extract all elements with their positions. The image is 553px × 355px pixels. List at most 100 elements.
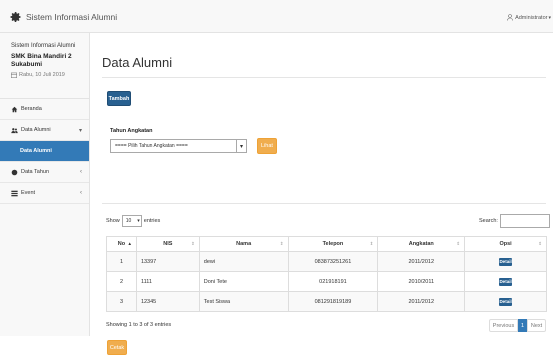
entries-label: entries (143, 218, 161, 224)
cell-telepon: 081291819189 (287, 291, 379, 312)
show-label: Show (106, 218, 120, 224)
cell-nama: dewi (198, 251, 289, 272)
table-row: 1 13397 dewi 083873251261 2011/2012 Deta… (106, 251, 547, 272)
sort-icon: ⇕ (456, 241, 461, 246)
sort-icon: ⇕ (369, 241, 374, 246)
cell-angkatan: 2011/2012 (377, 251, 466, 272)
column-header-angkatan[interactable]: Angkatan ⇕ (377, 236, 466, 252)
add-button[interactable]: Tambah (107, 91, 131, 106)
caret-down-icon: ▾ (548, 14, 551, 21)
main-content: Data Alumni Tambah Tahun Angkatan ==== P… (91, 33, 553, 355)
table-row: 3 12345 Test Siswa 081291819189 2011/201… (106, 291, 547, 312)
sidebar-subitem-data-alumni[interactable]: Data Alumni (0, 141, 89, 162)
sidebar: Sistem Informasi Alumni SMK Bina Mandiri… (0, 33, 90, 336)
pagination: Previous 1 Next (489, 319, 546, 332)
cell-no: 3 (106, 291, 137, 312)
title-divider (102, 77, 546, 78)
cell-angkatan: 2010/2011 (377, 271, 466, 292)
tahun-angkatan-select[interactable]: ==== Pilih Tahun Angkatan ==== ▾ (110, 139, 247, 153)
cell-no: 2 (106, 271, 137, 292)
sidebar-item-label: Data Tahun (21, 169, 50, 175)
user-menu[interactable]: Administrator ▾ (507, 14, 551, 21)
table-header-row: No ▲ NIS ⇕ Nama ⇕ Telepon ⇕ Angkatan ⇕ Opsi ⇕ (106, 236, 547, 252)
cell-telepon: 021918191 (287, 271, 379, 292)
sidebar-item-beranda[interactable]: Beranda (0, 99, 89, 120)
sidebar-date: Rabu, 10 Juli 2019 (11, 72, 89, 78)
sort-icon: ⇕ (538, 241, 542, 246)
cell-opsi: Detail (464, 251, 547, 272)
sidebar-date-text: Rabu, 10 Juli 2019 (19, 72, 65, 78)
pagination-previous[interactable]: Previous (489, 319, 518, 332)
detail-button[interactable]: Detail (499, 257, 513, 266)
column-header-label: No (117, 241, 126, 247)
column-header-opsi[interactable]: Opsi ⇕ (464, 236, 547, 252)
sidebar-item-label: Data Alumni (21, 127, 51, 133)
column-header-label: Nama (236, 241, 252, 247)
column-header-label: Opsi (499, 241, 512, 247)
view-button[interactable]: Lihat (257, 138, 277, 154)
sidebar-school-name: SMK Bina Mandiri 2 Sukabumi (11, 53, 72, 68)
column-header-label: Angkatan (408, 241, 434, 247)
cell-opsi: Detail (464, 271, 547, 292)
users-icon (11, 127, 18, 134)
filter-label: Tahun Angkatan (110, 128, 153, 134)
entries-length-control: Show 10 ▾ entries (106, 215, 160, 227)
select-value: ==== Pilih Tahun Angkatan ==== (115, 143, 188, 149)
home-icon (11, 106, 18, 113)
list-icon (11, 190, 18, 197)
chevron-down-icon: ▾ (78, 128, 82, 134)
user-icon (507, 14, 513, 21)
pagination-page-1[interactable]: 1 (518, 319, 527, 332)
cell-angkatan: 2011/2012 (377, 291, 466, 312)
column-header-nis[interactable]: NIS ⇕ (135, 236, 200, 252)
column-header-nama[interactable]: Nama ⇕ (198, 236, 289, 252)
calendar-icon (11, 72, 17, 78)
gear-icon (10, 12, 21, 22)
cell-nama: Test Siswa (198, 291, 289, 312)
alumni-table: No ▲ NIS ⇕ Nama ⇕ Telepon ⇕ Angkatan ⇕ Opsi ⇕ … (106, 236, 547, 312)
cell-telepon: 083873251261 (287, 251, 379, 272)
column-header-no[interactable]: No ▲ (106, 236, 137, 252)
brand-title: Sistem Informasi Alumni (26, 12, 118, 22)
user-name: Administrator (515, 14, 548, 21)
sort-asc-icon: ▲ (127, 241, 132, 246)
top-navbar: Sistem Informasi Alumni Administrator ▾ (0, 0, 553, 33)
search-label: Search: (479, 218, 498, 224)
pagination-next[interactable]: Next (527, 319, 546, 332)
sidebar-item-data-alumni[interactable]: Data Alumni ▾ (0, 120, 89, 141)
detail-button[interactable]: Detail (499, 277, 513, 286)
sidebar-item-data-tahun[interactable]: Data Tahun ‹ (0, 162, 89, 183)
cell-nis: 12345 (135, 291, 200, 312)
sidebar-app-name: Sistem Informasi Alumni (11, 43, 76, 49)
chevron-down-icon: ▾ (236, 140, 246, 152)
brand[interactable]: Sistem Informasi Alumni (10, 11, 117, 23)
entries-select[interactable]: 10 ▾ (121, 215, 142, 227)
sort-icon: ⇕ (191, 241, 195, 246)
cell-nama: Doni Tete (198, 271, 289, 292)
chevron-down-icon: ▾ (137, 218, 140, 224)
cell-nis: 1111 (135, 271, 200, 292)
table-info: Showing 1 to 3 of 3 entries (106, 322, 172, 328)
chevron-left-icon: ‹ (80, 190, 82, 196)
sidebar-item-label: Data Alumni (20, 148, 52, 154)
column-header-label: NIS (163, 241, 173, 247)
table-search: Search: (479, 214, 550, 228)
table-row: 2 1111 Doni Tete 021918191 2010/2011 Det… (106, 271, 547, 292)
page-title: Data Alumni (102, 55, 173, 70)
column-header-telepon[interactable]: Telepon ⇕ (287, 236, 379, 252)
detail-button[interactable]: Detail (499, 297, 513, 306)
column-header-label: Telepon (322, 241, 344, 247)
sidebar-item-event[interactable]: Event ‹ (0, 183, 89, 204)
circle-icon (11, 169, 18, 176)
cell-no: 1 (106, 251, 137, 272)
chevron-left-icon: ‹ (80, 169, 82, 175)
sort-icon: ⇕ (279, 241, 284, 246)
sidebar-item-label: Event (21, 190, 36, 196)
sidebar-header: Sistem Informasi Alumni SMK Bina Mandiri… (0, 33, 89, 99)
cell-opsi: Detail (464, 291, 547, 312)
print-button[interactable]: Cetak (107, 340, 127, 355)
cell-nis: 13397 (135, 251, 200, 272)
sidebar-item-label: Beranda (21, 106, 42, 112)
entries-value: 10 (125, 218, 132, 224)
search-input[interactable] (499, 214, 550, 228)
